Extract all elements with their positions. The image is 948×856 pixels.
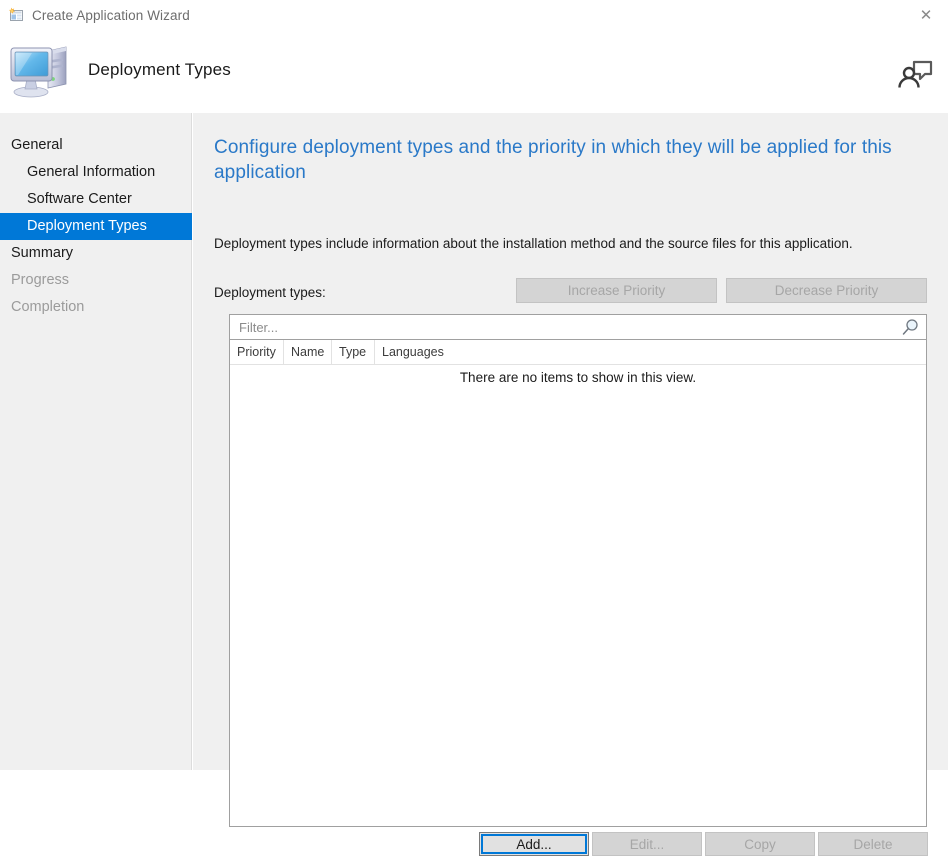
sidebar-item-deployment-types[interactable]: Deployment Types (0, 213, 192, 240)
wizard-content: Configure deployment types and the prior… (193, 113, 948, 856)
column-header-type[interactable]: Type (332, 340, 375, 364)
content-description: Deployment types include information abo… (214, 236, 853, 251)
sidebar-item-completion: Completion (11, 299, 85, 315)
wizard-sidebar: General General Information Software Cen… (0, 113, 192, 770)
application-wizard-icon (8, 7, 24, 23)
empty-list-message: There are no items to show in this view. (459, 370, 697, 385)
decrease-priority-button: Decrease Priority (726, 278, 927, 303)
window-title: Create Application Wizard (32, 7, 190, 23)
wizard-body: General General Information Software Cen… (0, 113, 948, 856)
add-button[interactable]: Add... (479, 832, 589, 856)
filter-input[interactable] (237, 315, 881, 339)
copy-button: Copy (705, 832, 815, 856)
computer-icon (8, 38, 76, 102)
sidebar-item-general-information[interactable]: General Information (0, 159, 191, 186)
sidebar-item-software-center[interactable]: Software Center (0, 186, 191, 213)
wizard-header: Deployment Types (0, 30, 948, 113)
list-column-headers: Priority Name Type Languages (230, 340, 926, 365)
column-header-priority[interactable]: Priority (230, 340, 284, 364)
filter-box (229, 314, 927, 340)
delete-button: Delete (818, 832, 928, 856)
sidebar-item-progress: Progress (11, 272, 70, 288)
page-title: Deployment Types (88, 60, 231, 79)
deployment-types-list[interactable]: Priority Name Type Languages There are n… (229, 340, 927, 827)
deployment-types-label: Deployment types: (214, 285, 326, 300)
magnifier-icon[interactable] (901, 318, 920, 337)
content-heading: Configure deployment types and the prior… (214, 137, 892, 183)
close-icon[interactable]: ✕ (904, 0, 948, 30)
column-header-languages[interactable]: Languages (375, 340, 495, 364)
window-titlebar: Create Application Wizard ✕ (0, 0, 948, 30)
person-feedback-icon[interactable] (896, 54, 936, 92)
edit-button: Edit... (592, 832, 702, 856)
column-header-name[interactable]: Name (284, 340, 332, 364)
increase-priority-button: Increase Priority (516, 278, 717, 303)
sidebar-item-summary[interactable]: Summary (0, 240, 191, 267)
sidebar-item-general[interactable]: General (0, 132, 191, 159)
